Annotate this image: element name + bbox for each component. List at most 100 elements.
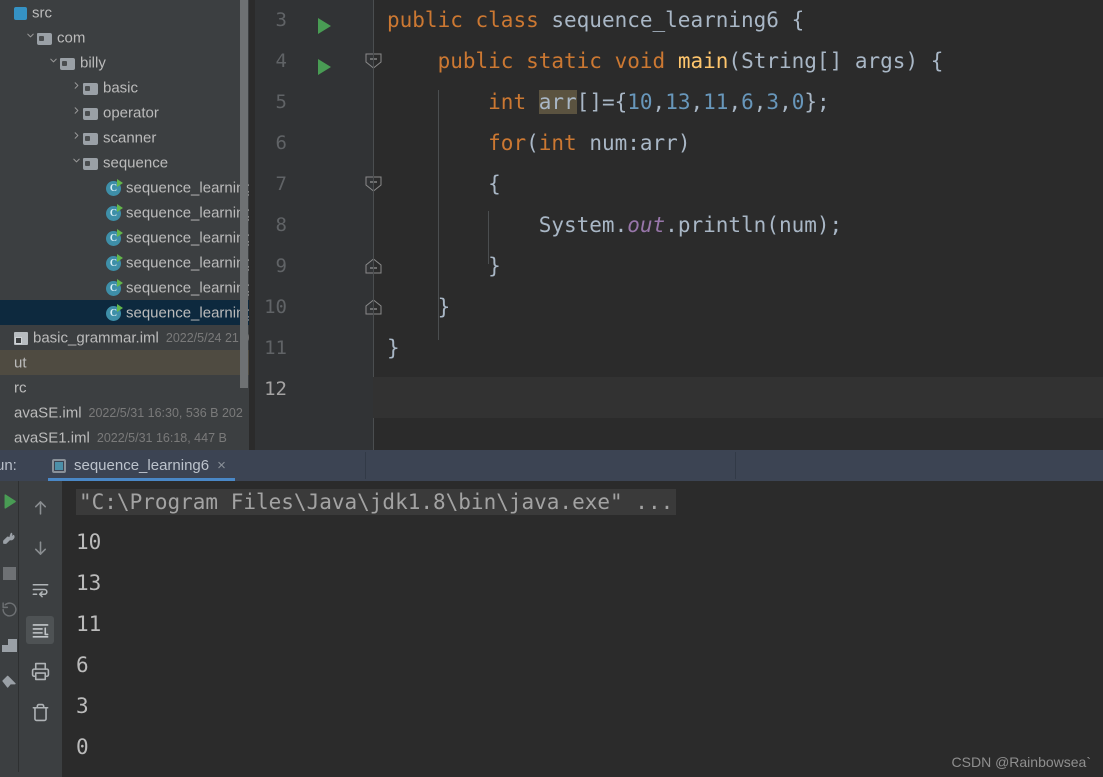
editor-gutter[interactable]: 3 4 5 6 7 8 9 10 11 12	[255, 0, 382, 450]
tree-item-label: basic	[103, 79, 139, 97]
tree-item-label: sequence_learning5	[126, 279, 249, 297]
tree-item-label: src	[32, 4, 52, 22]
watermark: CSDN @Rainbowsea`	[951, 754, 1091, 770]
code-line: public class sequence_learning6 {	[387, 8, 805, 32]
run-gutter-icon[interactable]	[318, 59, 331, 75]
console-command-line[interactable]: "C:\Program Files\Java\jdk1.8\bin\java.e…	[76, 489, 677, 515]
line-number: 8	[275, 214, 287, 236]
tree-row[interactable]: billy	[0, 50, 249, 75]
run-configuration-icon	[52, 458, 66, 473]
run-tab-label: sequence_learning6	[74, 457, 210, 474]
run-tool-window-header[interactable]: un: sequence_learning6 ×	[0, 450, 1103, 481]
tree-item-meta: 2022/5/31 16:18, 447 B	[96, 430, 227, 445]
print-button[interactable]	[26, 657, 54, 685]
tree-row[interactable]: src	[0, 0, 249, 25]
chevron-right-icon[interactable]	[69, 101, 83, 126]
tree-row[interactable]: scanner	[0, 125, 249, 150]
indent-guide	[488, 211, 490, 264]
down-button[interactable]	[26, 534, 54, 562]
chevron-down-icon[interactable]	[69, 151, 83, 176]
java-class-icon	[106, 301, 123, 326]
line-number: 11	[264, 337, 287, 359]
tree-row[interactable]: avaSE.iml 2022/5/31 16:30, 536 B 202	[0, 400, 249, 425]
run-gutter-icon[interactable]	[318, 18, 331, 34]
tree-row[interactable]: basic	[0, 75, 249, 100]
editor-area[interactable]: 3 4 5 6 7 8 9 10 11 12 public class sequence_lear…	[255, 0, 1103, 450]
line-number: 10	[264, 296, 287, 318]
tree-row[interactable]: basic_grammar.iml 2022/5/24 21:0	[0, 325, 249, 350]
code-line: }	[387, 295, 451, 319]
code-line: {	[387, 172, 501, 196]
tree-row[interactable]: sequence_learning5	[0, 275, 249, 300]
folder-icon	[83, 101, 98, 126]
tree-row[interactable]: com	[0, 25, 249, 50]
project-tool-window[interactable]: srccom billy basic operator scanner sequence s…	[0, 0, 249, 450]
code-text-area[interactable]: public class sequence_learning6 { public…	[373, 0, 1103, 450]
line-number: 6	[275, 132, 287, 154]
console-output-line: 10	[76, 530, 102, 554]
tree-item-label: sequence_learning2	[126, 204, 249, 222]
chevron-down-icon[interactable]	[46, 51, 60, 76]
scroll-to-end-button[interactable]	[26, 616, 54, 644]
tree-row[interactable]: sequence_learning3	[0, 225, 249, 250]
tree-row[interactable]: sequence_learning4	[0, 250, 249, 275]
java-class-icon	[106, 276, 123, 301]
code-line: System.out.println(num);	[538, 213, 843, 237]
module-file-icon	[14, 326, 28, 351]
tree-item-label: rc	[14, 379, 27, 397]
folder-icon	[83, 76, 98, 101]
tree-row[interactable]: operator	[0, 100, 249, 125]
chevron-right-icon[interactable]	[69, 126, 83, 151]
java-class-icon	[106, 201, 123, 226]
java-class-icon	[106, 176, 123, 201]
console-output-line: 11	[76, 612, 102, 636]
up-button[interactable]	[26, 493, 54, 521]
line-number: 5	[275, 91, 287, 113]
runbar-separator-1	[365, 452, 366, 479]
tree-row[interactable]: sequence_learning2	[0, 200, 249, 225]
tree-row[interactable]: rc	[0, 375, 249, 400]
current-line-highlight	[373, 377, 1103, 418]
folder-icon	[83, 151, 98, 176]
code-line: }	[387, 336, 400, 360]
chevron-right-icon[interactable]	[69, 76, 83, 101]
tree-item-label: sequence_learning3	[126, 229, 249, 247]
source-root-icon	[14, 1, 27, 26]
status-bar	[0, 772, 62, 777]
run-tab-sequence-learning6[interactable]: sequence_learning6 ×	[42, 450, 236, 481]
run-actions-toolbar[interactable]	[0, 481, 18, 777]
console-output-line: 0	[76, 735, 89, 759]
java-class-icon	[106, 226, 123, 251]
tree-item-label: avaSE.iml	[14, 404, 82, 422]
tree-item-label: sequence_learning1	[126, 179, 249, 197]
tree-item-label: scanner	[103, 129, 157, 147]
clear-all-button[interactable]	[26, 698, 54, 726]
code-line: for(int num:arr)	[488, 131, 691, 155]
folder-icon	[60, 51, 75, 76]
line-number: 3	[275, 9, 287, 31]
tree-item-label: sequence_learning4	[126, 254, 249, 272]
tree-item-label: com	[57, 29, 86, 47]
tree-item-meta: 2022/5/31 16:30, 536 B 202	[88, 405, 243, 420]
code-line: }	[387, 254, 501, 278]
tree-row[interactable]: sequence_learning6	[0, 300, 249, 325]
console-output-line: 3	[76, 694, 89, 718]
chevron-down-icon[interactable]	[23, 26, 37, 51]
tree-row[interactable]: sequence_learning1	[0, 175, 249, 200]
tree-row[interactable]: sequence	[0, 150, 249, 175]
tree-item-meta: 2022/5/24 21:0	[165, 330, 249, 345]
close-icon[interactable]: ×	[217, 457, 226, 474]
tree-row[interactable]: avaSE1.iml 2022/5/31 16:18, 447 B	[0, 425, 249, 450]
console-actions-toolbar[interactable]	[19, 481, 62, 777]
code-line: public static void main(String[] args) {	[437, 49, 944, 73]
console-output-line: 6	[76, 653, 89, 677]
console-output[interactable]: "C:\Program Files\Java\jdk1.8\bin\java.e…	[62, 481, 1103, 777]
java-class-icon	[106, 251, 123, 276]
code-line: int arr[]={10,13,11,6,3,0};	[488, 90, 830, 114]
tree-row[interactable]: ut	[0, 350, 249, 375]
line-number: 9	[275, 255, 287, 277]
soft-wrap-button[interactable]	[26, 575, 54, 603]
tree-item-label: billy	[80, 54, 106, 72]
line-number: 4	[275, 50, 287, 72]
folder-icon	[83, 126, 98, 151]
